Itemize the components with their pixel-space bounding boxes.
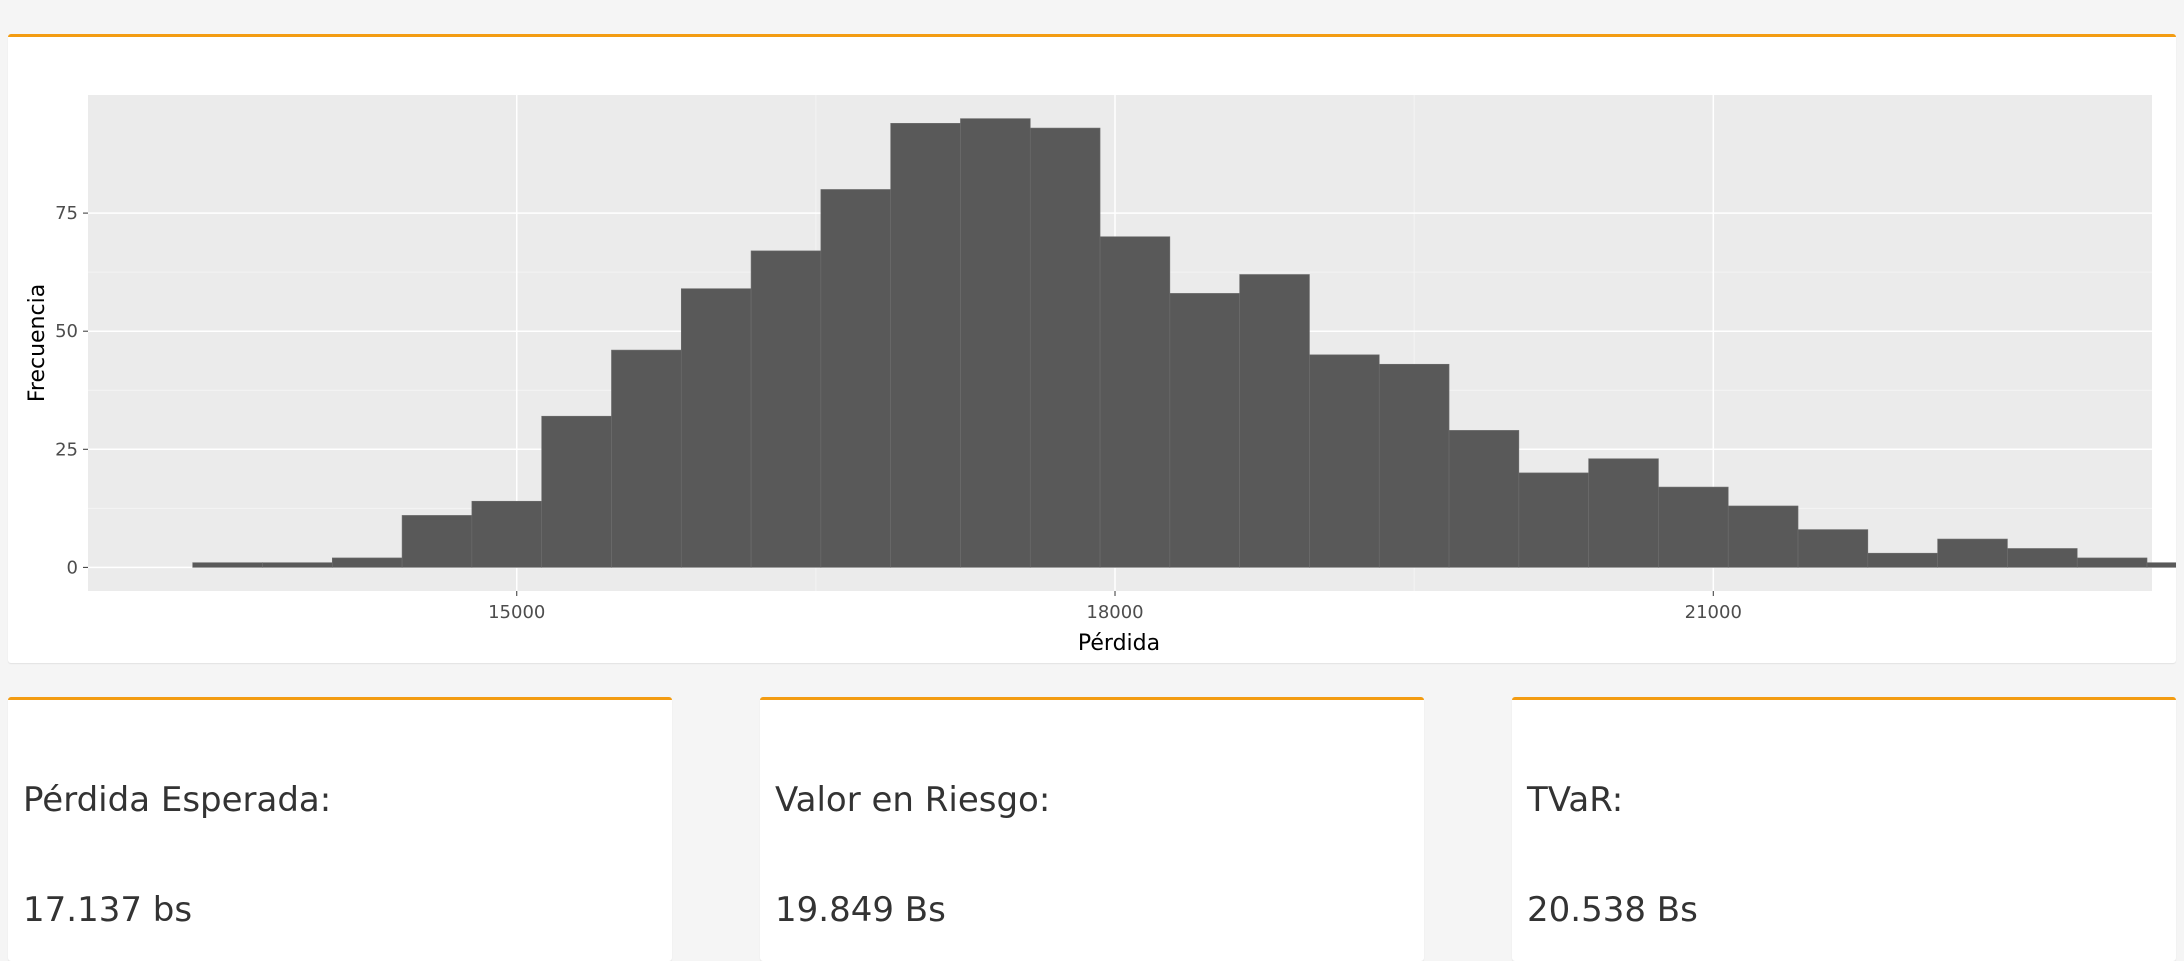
histogram-bar [680,288,752,568]
x-tick-label: 18000 [1086,602,1143,623]
y-tick-label: 0 [67,557,78,578]
histogram-bar [1588,458,1659,568]
x-tick-label: 21000 [1685,602,1742,623]
tvar-card: TVaR: 20.538 Bs [1512,697,2176,961]
histogram-bar [192,562,263,568]
histogram-bar [1727,505,1799,568]
histogram-bar [2007,548,2078,568]
histogram-bar [1239,274,1310,568]
tvar-label: TVaR: [1527,780,1624,820]
histogram-bar [331,557,403,568]
histogram-bar [1448,430,1520,568]
y-tick-label: 75 [55,203,78,224]
histogram-bar [471,500,542,568]
histogram-bar [401,515,473,568]
y-axis-title: Frecuencia [25,284,50,402]
histogram-bar [1797,529,1869,568]
histogram-bar [1658,486,1729,568]
histogram-bar [2076,557,2148,568]
value-at-risk-label: Valor en Riesgo: [775,780,1051,820]
histogram-bar [1937,538,2008,568]
histogram-bar [1099,236,1171,568]
histogram-bar [611,349,682,568]
y-axis-ticks: 0 25 50 75 [55,203,88,578]
histogram-bar [1169,293,1240,568]
x-tick-label: 15000 [488,602,545,623]
histogram-bar [750,250,822,568]
tvar-value: 20.538 Bs [1527,890,1698,930]
x-axis-title: Pérdida [1078,631,1160,656]
y-tick-label: 50 [55,321,78,342]
expected-loss-label: Pérdida Esperada: [23,780,332,820]
value-at-risk-value: 19.849 Bs [775,890,946,930]
expected-loss-value: 17.137 bs [23,890,193,930]
histogram-bar [960,118,1031,568]
y-tick-label: 25 [55,439,78,460]
histogram-bar [1867,552,1938,568]
histogram-bar [1378,363,1450,568]
value-at-risk-card: Valor en Riesgo: 19.849 Bs [760,697,1424,961]
histogram-bar [2146,562,2176,568]
histogram-chart: 15000 18000 21000 0 25 50 75 Pérdida Frecuenc… [25,95,2176,656]
histogram-bar [890,123,961,568]
histogram-bar [1309,354,1380,568]
histogram-bar [1029,127,1101,568]
histogram-bar [262,562,333,568]
histogram-bar [1518,472,1589,568]
histogram-bar [820,189,891,568]
x-axis-ticks: 15000 18000 21000 [488,591,1742,623]
histogram-panel: 15000 18000 21000 0 25 50 75 Pérdida Frecuenc… [8,34,2176,663]
histogram-bar [541,415,612,568]
expected-loss-card: Pérdida Esperada: 17.137 bs [8,697,672,961]
